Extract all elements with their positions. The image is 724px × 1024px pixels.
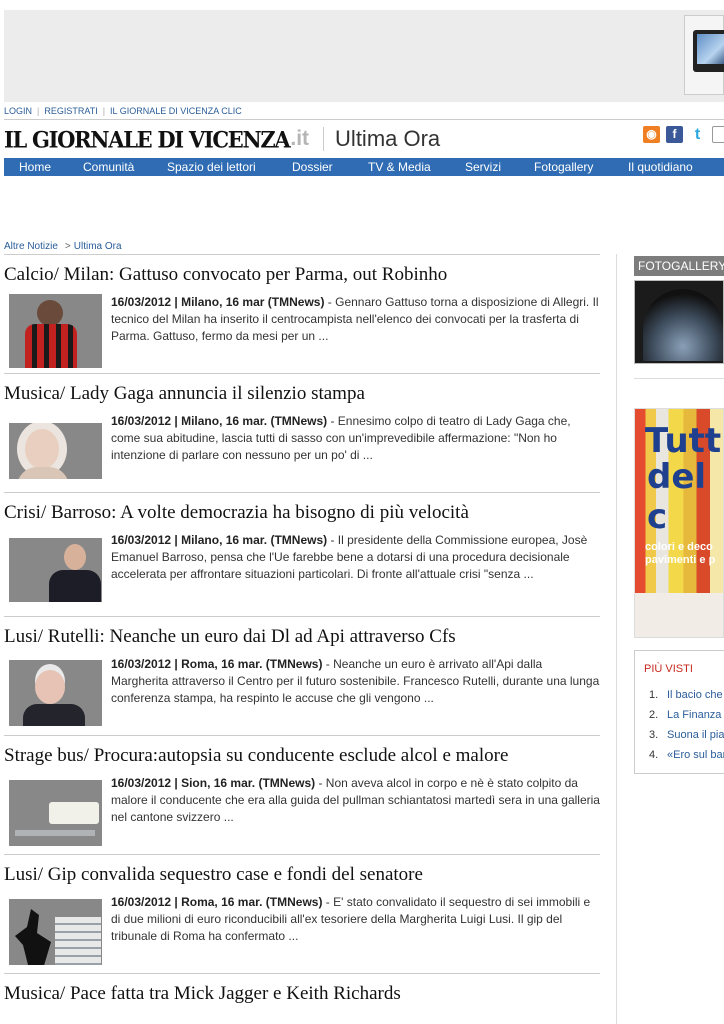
most-viewed-link[interactable]: Suona il pia <box>667 729 724 741</box>
divider <box>4 119 724 120</box>
article-title[interactable]: Musica/ Pace fatta tra Mick Jagger e Kei… <box>4 983 600 1005</box>
article-title[interactable]: Lusi/ Gip convalida sequestro case e fon… <box>4 864 600 886</box>
most-viewed-link[interactable]: La Finanza <box>667 709 721 721</box>
article-meta: 16/03/2012 | Milano, 16 mar. (TMNews) <box>111 414 328 428</box>
nav-item-tv-media[interactable]: TV & Media <box>368 160 431 174</box>
article-title[interactable]: Musica/ Lady Gaga annuncia il silenzio s… <box>4 383 600 405</box>
article-thumbnail[interactable] <box>9 899 102 965</box>
article-item: Musica/ Lady Gaga annuncia il silenzio s… <box>4 383 600 493</box>
breadcrumb-current[interactable]: Ultima Ora <box>74 241 122 252</box>
article-thumbnail[interactable] <box>9 294 102 368</box>
list-item: 4. «Ero sul ban <box>649 749 724 769</box>
ad-headline-line-1: Tutti <box>645 421 723 461</box>
top-links: LOGIN | REGISTRATI | IL GIORNALE DI VICE… <box>4 106 242 116</box>
article-item: Crisi/ Barroso: A volte democrazia ha bi… <box>4 502 600 617</box>
article-title[interactable]: Strage bus/ Procura:autopsia su conducen… <box>4 745 600 767</box>
page-title: Ultima Ora <box>335 126 441 151</box>
article-title[interactable]: Crisi/ Barroso: A volte democrazia ha bi… <box>4 502 600 524</box>
most-viewed-title: PIÙ VISTI <box>644 663 693 675</box>
divider <box>4 254 600 255</box>
nav-item-home[interactable]: Home <box>19 160 51 174</box>
list-item: 1. Il bacio che <box>649 689 723 701</box>
nav-item-fotogallery[interactable]: Fotogallery <box>534 160 593 174</box>
top-banner-ad[interactable] <box>4 10 724 102</box>
ad-tagline-line-2: pavimenti e p <box>645 554 716 566</box>
article-thumbnail[interactable] <box>9 423 102 479</box>
monitor-ad-image[interactable] <box>684 15 724 95</box>
most-viewed-link[interactable]: «Ero sul ban <box>667 749 724 761</box>
main-nav: Home Comunità Spazio dei lettori Dossier… <box>4 158 724 176</box>
brand-header: IL GIORNALE DI VICENZA .it Ultima Ora <box>4 124 440 154</box>
article-item: Lusi/ Rutelli: Neanche un euro dai Dl ad… <box>4 626 600 736</box>
social-icons: ◉ f t <box>643 126 724 143</box>
breadcrumb: Altre Notizie > Ultima Ora <box>4 241 122 252</box>
most-viewed-link[interactable]: Il bacio che <box>667 689 723 701</box>
list-item: 2. La Finanza <box>649 709 722 721</box>
article-thumbnail[interactable] <box>9 538 102 602</box>
article-title[interactable]: Lusi/ Rutelli: Neanche un euro dai Dl ad… <box>4 626 600 648</box>
twitter-icon[interactable]: t <box>689 126 706 143</box>
most-viewed-widget: PIÙ VISTI 1. Il bacio che 2. La Finanza 3.… <box>634 650 724 774</box>
article-title[interactable]: Calcio/ Milan: Gattuso convocato per Par… <box>4 264 600 286</box>
article-item: Calcio/ Milan: Gattuso convocato per Par… <box>4 264 600 374</box>
ad-tagline-line-1: colori e deco <box>645 541 713 553</box>
article-thumbnail[interactable] <box>9 780 102 846</box>
nav-item-comunita[interactable]: Comunità <box>83 160 134 174</box>
nav-item-spazio-lettori[interactable]: Spazio dei lettori <box>167 160 256 174</box>
article-item: Strage bus/ Procura:autopsia su conducen… <box>4 745 600 855</box>
nav-item-servizi[interactable]: Servizi <box>465 160 501 174</box>
article-meta: 16/03/2012 | Milano, 16 mar (TMNews) <box>111 295 325 309</box>
breadcrumb-separator: > <box>64 241 71 252</box>
login-link[interactable]: LOGIN <box>4 106 32 116</box>
article-meta: 16/03/2012 | Sion, 16 mar. (TMNews) <box>111 776 316 790</box>
article-meta: 16/03/2012 | Roma, 16 mar. (TMNews) <box>111 895 323 909</box>
nav-item-dossier[interactable]: Dossier <box>292 160 333 174</box>
fotogallery-image[interactable] <box>634 280 724 364</box>
article-meta: 16/03/2012 | Milano, 16 mar. (TMNews) <box>111 533 328 547</box>
facebook-icon[interactable]: f <box>666 126 683 143</box>
register-link[interactable]: REGISTRATI <box>44 106 97 116</box>
article-meta: 16/03/2012 | Roma, 16 mar. (TMNews) <box>111 657 323 671</box>
divider <box>634 378 724 379</box>
fotogallery-title[interactable]: FOTOGALLERY <box>634 256 724 276</box>
clic-link[interactable]: IL GIORNALE DI VICENZA CLIC <box>110 106 242 116</box>
fotogallery-widget: FOTOGALLERY <box>634 256 724 366</box>
most-viewed-list: 1. Il bacio che 2. La Finanza 3. Suona il p… <box>649 689 724 769</box>
nav-item-quotidiano[interactable]: Il quotidiano <box>628 160 693 174</box>
breadcrumb-parent[interactable]: Altre Notizie <box>4 241 58 252</box>
article-thumbnail[interactable] <box>9 660 102 726</box>
ad-headline-line-2: del c <box>647 457 707 537</box>
column-divider <box>616 254 617 1024</box>
article-item: Musica/ Pace fatta tra Mick Jagger e Kei… <box>4 983 600 1005</box>
article-item: Lusi/ Gip convalida sequestro case e fon… <box>4 864 600 974</box>
share-icon[interactable] <box>712 126 724 143</box>
site-logo-suffix[interactable]: .it <box>290 127 309 151</box>
sidebar-ad[interactable]: Tutti del c colori e decopavimenti e p <box>634 408 724 638</box>
site-logo[interactable]: IL GIORNALE DI VICENZA <box>4 126 291 153</box>
rss-icon[interactable]: ◉ <box>643 126 660 143</box>
list-item: 3. Suona il pia <box>649 729 724 741</box>
